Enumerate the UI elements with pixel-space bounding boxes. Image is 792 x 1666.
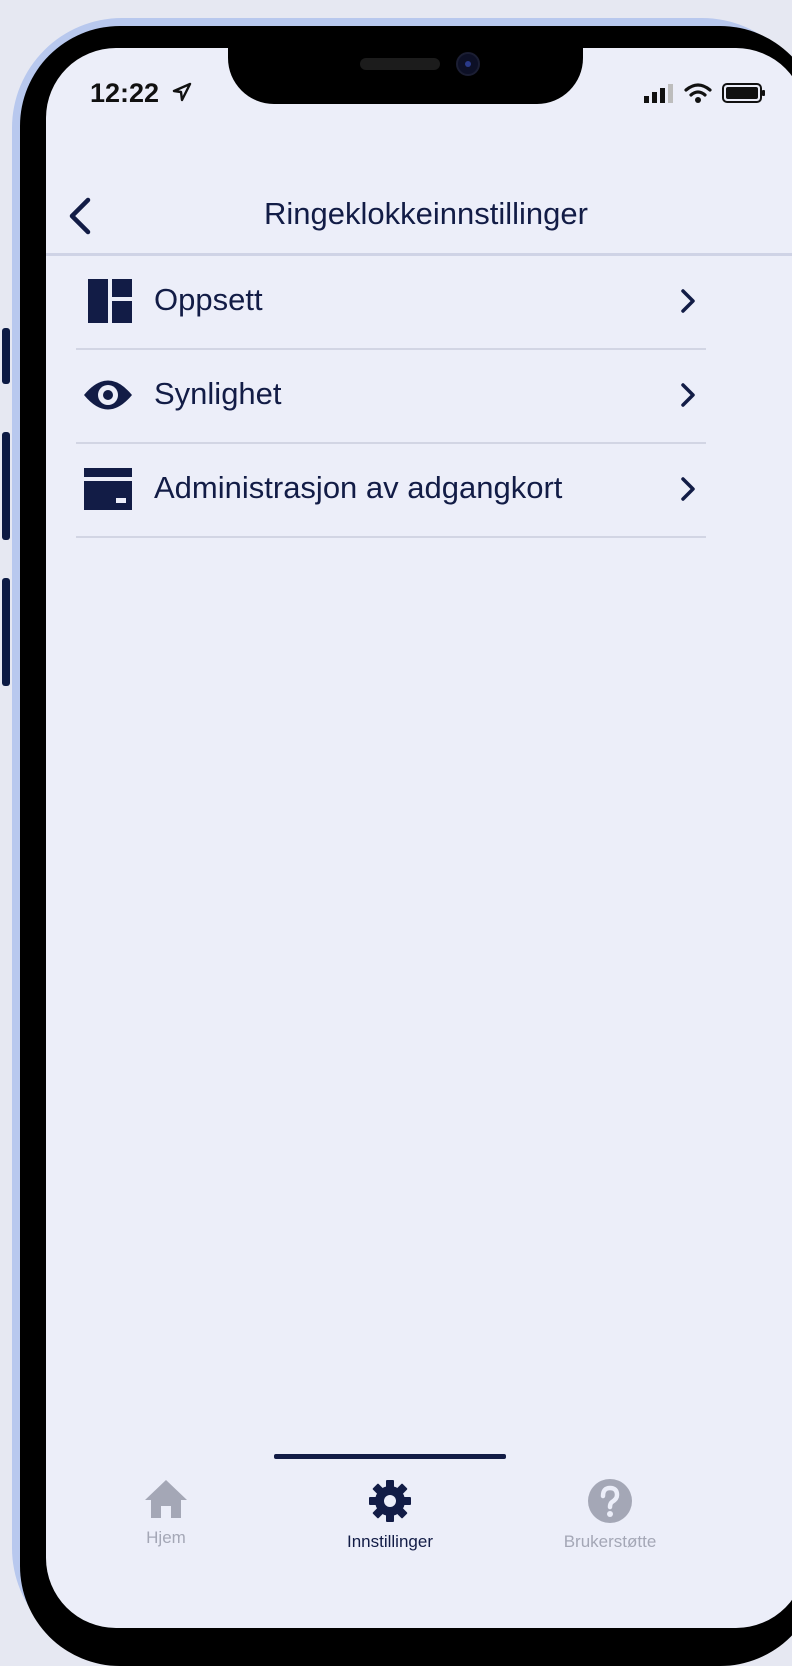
- notch: [228, 48, 583, 104]
- tab-label: Innstillinger: [347, 1532, 433, 1551]
- chevron-right-icon: [678, 286, 698, 321]
- phone-screen: 12:22 Ringeklokkeinnstillinger Oppsett S…: [46, 48, 792, 1628]
- tab-hjem[interactable]: Hjem: [66, 1478, 266, 1548]
- menu-item-label: Administrasjon av adgangkort: [154, 470, 563, 505]
- menu-item-label: Oppsett: [154, 282, 263, 317]
- tab-innstillinger[interactable]: Innstillinger: [290, 1478, 490, 1552]
- mute-switch: [2, 328, 10, 384]
- layout-grid-icon: [82, 276, 134, 326]
- speaker-grille: [360, 58, 440, 70]
- page-title: Ringeklokkeinnstillinger: [264, 196, 588, 231]
- menu-item-label: Synlighet: [154, 376, 282, 411]
- status-icons: [644, 82, 766, 109]
- tab-brukerstotte[interactable]: Brukerstøtte: [510, 1478, 710, 1552]
- status-time: 12:22: [90, 78, 160, 108]
- chevron-right-icon: [678, 474, 698, 509]
- home-icon: [145, 1480, 187, 1518]
- wifi-icon: [684, 82, 712, 109]
- volume-down-button: [2, 578, 10, 686]
- chevron-right-icon: [678, 380, 698, 415]
- menu-item-oppsett[interactable]: Oppsett: [76, 256, 706, 350]
- access-card-icon: [82, 464, 134, 514]
- navigation-header: Ringeklokkeinnstillinger: [46, 188, 792, 252]
- tab-label: Brukerstøtte: [563, 1532, 657, 1551]
- cellular-signal-icon: [644, 83, 674, 108]
- help-circle-icon: [588, 1479, 632, 1523]
- settings-menu: Oppsett Synlighet Administrasjon av adga…: [76, 256, 706, 538]
- location-arrow-icon: [172, 82, 192, 107]
- volume-up-button: [2, 432, 10, 540]
- active-tab-indicator: [274, 1454, 506, 1459]
- front-camera: [456, 52, 480, 76]
- gear-icon: [369, 1480, 411, 1522]
- eye-icon: [82, 370, 134, 420]
- menu-item-administrasjon-adgangkort[interactable]: Administrasjon av adgangkort: [76, 444, 706, 538]
- menu-item-synlighet[interactable]: Synlighet: [76, 350, 706, 444]
- tab-label: Hjem: [146, 1528, 186, 1547]
- battery-icon: [722, 82, 766, 109]
